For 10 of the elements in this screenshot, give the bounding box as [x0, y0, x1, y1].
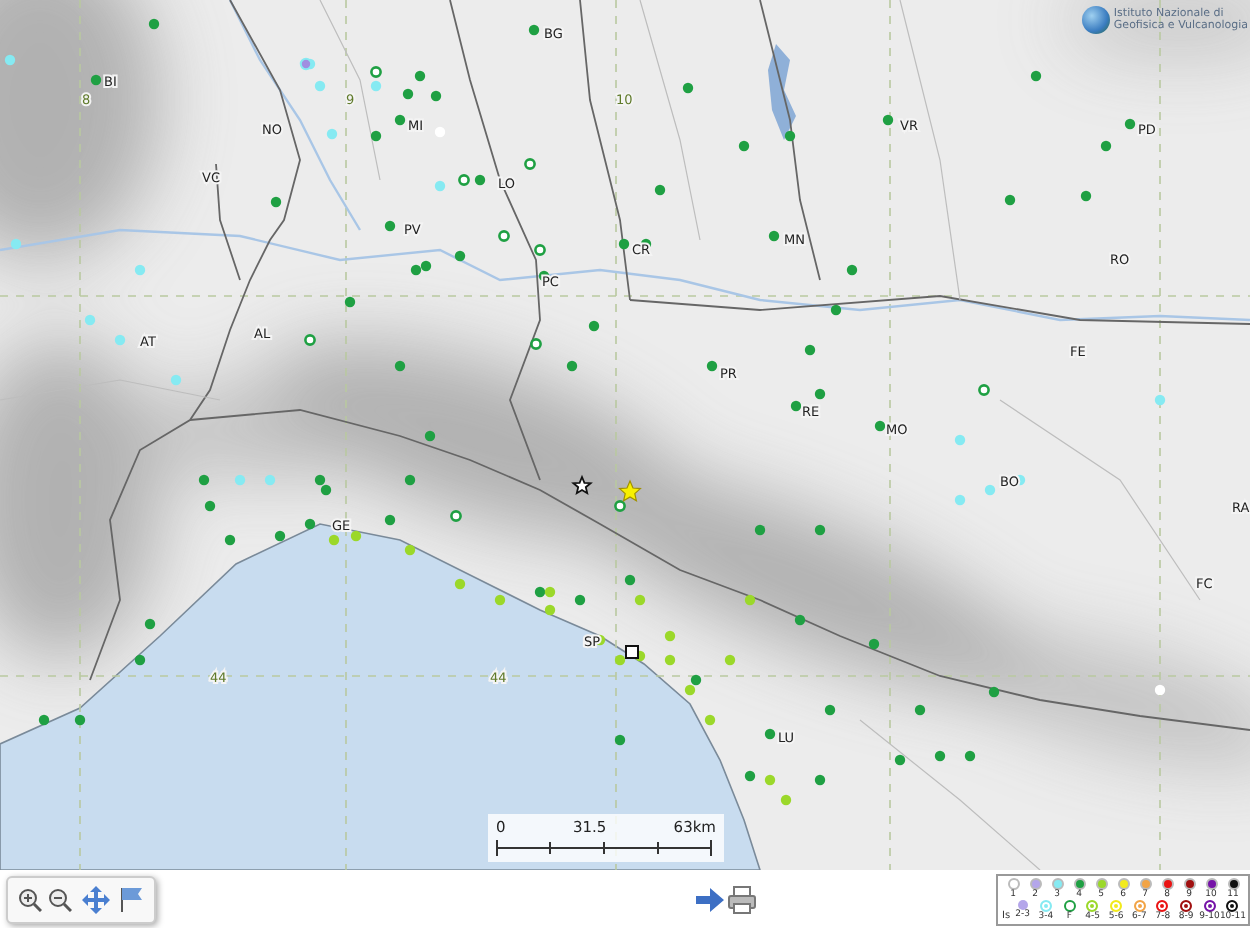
- star-icon: [571, 474, 593, 496]
- export-arrow-icon[interactable]: [696, 887, 724, 911]
- epicenter-star-icon: [618, 479, 642, 503]
- zoom-out-icon[interactable]: [48, 887, 72, 911]
- pan-arrows-icon[interactable]: [78, 885, 114, 913]
- square-marker-icon: [625, 645, 639, 659]
- print-icon[interactable]: [728, 885, 756, 913]
- flag-icon[interactable]: [120, 886, 144, 912]
- zoom-in-icon[interactable]: [18, 887, 42, 911]
- scale-ruler-icon: [496, 840, 712, 856]
